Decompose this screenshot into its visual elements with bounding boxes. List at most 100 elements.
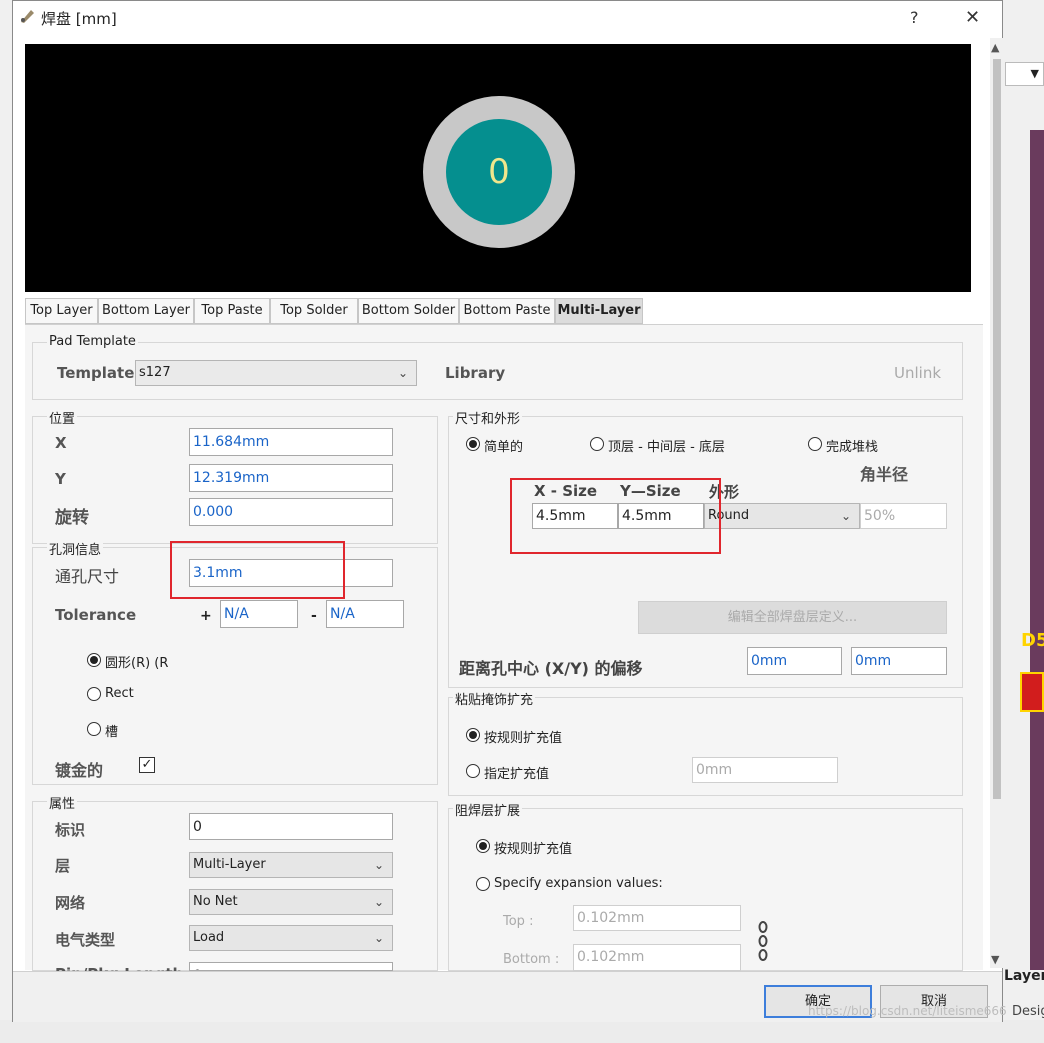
solder-rule-label: 按规则扩充值 (494, 842, 573, 857)
hole-rect-radio[interactable] (87, 687, 101, 701)
simple-radio[interactable] (466, 437, 480, 451)
corner-radius-label: 角半径 (860, 465, 909, 484)
tolerance-minus-field[interactable]: N/A (326, 600, 404, 628)
help-button[interactable]: ? (910, 8, 919, 27)
solder-bottom-label: Bottom : (503, 952, 560, 967)
full-stack-label: 完成堆栈 (826, 440, 879, 455)
scroll-down-icon[interactable]: ▼ (991, 953, 999, 966)
background-dropdown: ▼ (1005, 62, 1044, 86)
hole-round-radio[interactable] (87, 653, 101, 667)
unlink-link[interactable]: Unlink (894, 364, 941, 382)
layer-select[interactable]: Multi-Layer ⌄ (189, 852, 393, 878)
corner-radius-field[interactable]: 50% (860, 503, 947, 529)
paste-mask-label: 粘贴掩饰扩充 (453, 689, 536, 708)
title-bar: 焊盘 [mm] ? ✕ (13, 1, 1002, 35)
background-design-text: Desig (1012, 1004, 1044, 1019)
tab-bottom-solder[interactable]: Bottom Solder (358, 298, 459, 324)
dialog-title: 焊盘 [mm] (41, 10, 117, 28)
net-label: 网络 (55, 894, 86, 912)
x-label: X (55, 434, 67, 452)
shape-select[interactable]: Round ⌄ (704, 503, 860, 529)
offset-y-field[interactable]: 0mm (851, 647, 947, 675)
highlight-box-hole (170, 541, 345, 599)
solder-top-field[interactable]: 0.102mm (573, 905, 741, 931)
plated-checkbox[interactable]: ✓ (139, 757, 155, 773)
tolerance-label: Tolerance (55, 606, 137, 624)
tab-top-solder[interactable]: Top Solder (270, 298, 358, 324)
chevron-down-icon: ⌄ (373, 858, 384, 872)
watermark: https://blog.csdn.net/liteisme666 (808, 1004, 1007, 1018)
background-left-strip (0, 0, 12, 1043)
size-shape-label: 尺寸和外形 (453, 408, 523, 427)
hole-size-label: 通孔尺寸 (55, 567, 120, 586)
hole-slot-radio[interactable] (87, 722, 101, 736)
chevron-down-icon: ⌄ (373, 931, 384, 945)
scroll-up-icon[interactable]: ▲ (991, 41, 999, 54)
offset-x-field[interactable]: 0mm (747, 647, 842, 675)
tab-multi-layer[interactable]: Multi-Layer (555, 298, 643, 324)
close-button[interactable]: ✕ (965, 7, 980, 28)
tmb-label: 顶层 - 中间层 - 底层 (608, 440, 725, 455)
properties-label: 属性 (47, 793, 78, 812)
scrollbar-thumb[interactable] (993, 59, 1001, 799)
y-field[interactable]: 12.319mm (189, 464, 393, 492)
taskbar (0, 1020, 1044, 1043)
designator-field[interactable]: 0 (189, 813, 393, 840)
solder-top-label: Top : (503, 914, 534, 929)
designator-label: 标识 (55, 821, 86, 839)
position-label: 位置 (47, 408, 78, 427)
pcb-component (1020, 672, 1044, 712)
paste-specify-radio[interactable] (466, 764, 480, 778)
link-chain-icon[interactable] (757, 921, 769, 961)
pad-preview: 0 (25, 44, 971, 292)
tab-bottom-layer[interactable]: Bottom Layer (98, 298, 194, 324)
layer-label: 层 (55, 857, 71, 875)
hole-label: 孔洞信息 (47, 539, 104, 558)
net-select[interactable]: No Net ⌄ (189, 889, 393, 915)
dialog-content: Pad Template Template s127 ⌄ Library Unli… (25, 324, 983, 971)
rotation-field[interactable]: 0.000 (189, 498, 393, 526)
hole-rect-label: Rect (105, 686, 134, 701)
paste-value-field[interactable]: 0mm (692, 757, 838, 783)
pad-hole-label: 0 (446, 119, 552, 225)
tmb-radio[interactable] (590, 437, 604, 451)
pad-dialog: 焊盘 [mm] ? ✕ 0 Top Layer Bottom Layer Top… (12, 0, 1004, 1022)
chevron-down-icon: ⌄ (373, 895, 384, 909)
pad-template-label: Pad Template (47, 334, 138, 349)
paste-rule-label: 按规则扩充值 (484, 731, 563, 746)
library-label: Library (445, 364, 506, 382)
edit-all-layers-button[interactable]: 编辑全部焊盘层定义... (638, 601, 947, 634)
tab-top-layer[interactable]: Top Layer (25, 298, 98, 324)
solder-specify-label: Specify expansion values: (494, 876, 663, 891)
chevron-down-icon: ⌄ (397, 366, 408, 380)
simple-label: 简单的 (484, 440, 524, 455)
chevron-down-icon: ⌄ (840, 509, 851, 523)
background-layer-text: Layer (1004, 968, 1044, 984)
plated-label: 镀金的 (55, 761, 104, 780)
hole-slot-label: 槽 (105, 725, 119, 740)
tolerance-plus-field[interactable]: N/A (220, 600, 298, 628)
paste-specify-label: 指定扩充值 (484, 767, 550, 782)
x-field[interactable]: 11.684mm (189, 428, 393, 456)
solder-bottom-field[interactable]: 0.102mm (573, 944, 741, 971)
full-stack-radio[interactable] (808, 437, 822, 451)
offset-label: 距离孔中心 (X/Y) 的偏移 (459, 659, 643, 678)
chevron-down-icon: ▼ (1030, 67, 1039, 80)
pcb-designator: D5 (1021, 630, 1044, 651)
pad-tool-icon (19, 8, 35, 24)
tab-bottom-paste[interactable]: Bottom Paste (459, 298, 555, 324)
solder-rule-radio[interactable] (476, 839, 490, 853)
pcb-canvas-strip (1030, 130, 1044, 970)
solder-specify-radio[interactable] (476, 877, 490, 891)
rotation-label: 旋转 (55, 508, 89, 528)
pin-length-field[interactable]: 0 (189, 962, 393, 971)
tolerance-plus: + (200, 608, 212, 624)
hole-round-label: 圆形(R) (R (105, 656, 169, 671)
tab-top-paste[interactable]: Top Paste (194, 298, 270, 324)
template-select[interactable]: s127 ⌄ (135, 360, 417, 386)
electrical-type-select[interactable]: Load ⌄ (189, 925, 393, 951)
tolerance-minus: - (311, 608, 317, 624)
paste-rule-radio[interactable] (466, 728, 480, 742)
template-label: Template (57, 364, 135, 382)
electrical-type-label: 电气类型 (55, 931, 116, 949)
